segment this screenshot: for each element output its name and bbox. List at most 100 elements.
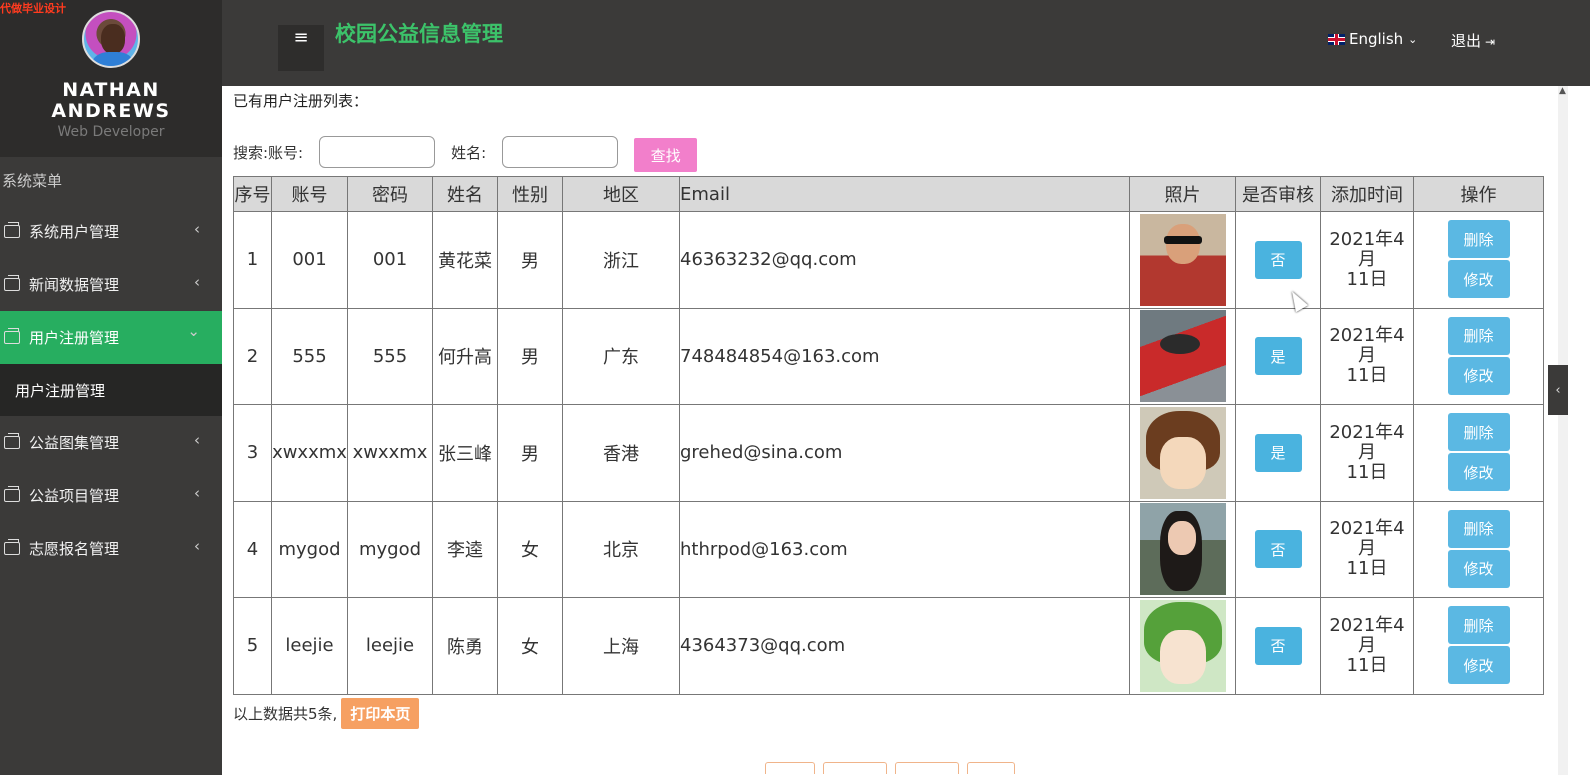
- audit-toggle-button[interactable]: 是: [1254, 433, 1302, 472]
- sidebar-item-charity-gallery[interactable]: 公益图集管理 ‹: [0, 416, 222, 469]
- cell-name: 何升高: [432, 307, 498, 405]
- user-photo: [1139, 213, 1226, 306]
- search-button[interactable]: 查找: [634, 138, 698, 172]
- cell-actions: 删除 修改: [1413, 404, 1544, 502]
- cell-name: 李逵: [432, 500, 498, 598]
- hamburger-menu-button[interactable]: ≡: [278, 25, 324, 71]
- search-bar: 搜索:账号: 姓名: 查找: [233, 132, 698, 172]
- cell-audit: 是: [1235, 307, 1321, 405]
- audit-toggle-button[interactable]: 否: [1254, 626, 1302, 665]
- scroll-up-arrow-icon[interactable]: ▲: [1559, 86, 1566, 96]
- delete-button[interactable]: 删除: [1447, 606, 1510, 645]
- edit-button[interactable]: 修改: [1447, 453, 1510, 492]
- chevron-left-icon: ‹: [194, 484, 200, 502]
- cell-account: 555: [271, 307, 348, 405]
- page-button[interactable]: [765, 762, 815, 774]
- print-page-button[interactable]: 打印本页: [341, 698, 420, 729]
- cell-photo: [1129, 211, 1236, 309]
- cell-account: xwxxmx: [271, 404, 348, 502]
- sidebar-subitem-user-registration[interactable]: 用户注册管理: [0, 364, 222, 416]
- chevron-left-icon: ‹: [194, 273, 200, 291]
- date-line: 2021年4月: [1329, 421, 1405, 463]
- cell-password: xwxxmx: [347, 404, 433, 502]
- cell-email: 46363232@qq.com: [679, 211, 1130, 309]
- col-header-region: 地区: [562, 176, 680, 212]
- copy-icon: [4, 433, 20, 449]
- sidebar-item-volunteer-signup[interactable]: 志愿报名管理 ‹: [0, 522, 222, 575]
- edit-button[interactable]: 修改: [1447, 646, 1510, 685]
- sidebar-item-system-users[interactable]: 系统用户管理 ‹: [0, 205, 222, 258]
- cell-password: 001: [347, 211, 433, 309]
- cell-region: 北京: [562, 500, 680, 598]
- cell-audit: 否: [1235, 500, 1321, 598]
- user-photo: [1139, 503, 1226, 596]
- sidebar-item-charity-projects[interactable]: 公益项目管理 ‹: [0, 469, 222, 522]
- cell-no: 2: [233, 307, 272, 405]
- delete-button[interactable]: 删除: [1447, 220, 1510, 259]
- cell-email: 4364373@qq.com: [679, 597, 1130, 695]
- table-header-row: 序号 账号 密码 姓名 性别 地区 Email 照片 是否审核 添加时间 操作: [233, 176, 1544, 212]
- cell-audit: 否: [1235, 211, 1321, 309]
- copy-icon: [4, 328, 20, 344]
- name-search-input[interactable]: [502, 136, 619, 168]
- delete-button[interactable]: 删除: [1447, 316, 1510, 355]
- sidebar-item-label: 公益图集管理: [29, 434, 120, 452]
- pagination: [765, 762, 1015, 774]
- col-header-actions: 操作: [1413, 176, 1544, 212]
- chevron-left-icon: ‹: [194, 431, 200, 449]
- cell-added-time: 2021年4月 11日: [1320, 404, 1414, 502]
- cell-gender: 男: [497, 404, 563, 502]
- edit-button[interactable]: 修改: [1447, 549, 1510, 588]
- app-title: 校园公益信息管理: [335, 22, 503, 46]
- delete-button[interactable]: 删除: [1447, 509, 1510, 548]
- cell-gender: 女: [497, 500, 563, 598]
- delete-button[interactable]: 删除: [1447, 413, 1510, 452]
- sidebar-item-label: 系统用户管理: [29, 223, 120, 241]
- date-line: 11日: [1346, 365, 1388, 387]
- cell-gender: 女: [497, 597, 563, 695]
- logout-link[interactable]: 退出 ⇥: [1451, 30, 1495, 51]
- audit-toggle-button[interactable]: 否: [1254, 240, 1302, 279]
- edit-button[interactable]: 修改: [1447, 260, 1510, 299]
- user-photo: [1139, 406, 1226, 499]
- scrollbar[interactable]: [1558, 86, 1568, 775]
- cell-photo: [1129, 307, 1236, 405]
- edit-button[interactable]: 修改: [1447, 356, 1510, 395]
- col-header-password: 密码: [347, 176, 433, 212]
- cell-actions: 删除 修改: [1413, 307, 1544, 405]
- date-line: 11日: [1346, 558, 1388, 580]
- cell-photo: [1129, 404, 1236, 502]
- col-header-account: 账号: [271, 176, 348, 212]
- date-line: 2021年4月: [1329, 518, 1405, 560]
- top-header: ≡ 校园公益信息管理 English ⌄ 退出 ⇥: [222, 0, 1590, 86]
- sidebar-item-label: 志愿报名管理: [29, 540, 120, 558]
- cell-password: leejie: [347, 597, 433, 695]
- audit-toggle-button[interactable]: 否: [1254, 530, 1302, 569]
- avatar[interactable]: [82, 10, 140, 68]
- page-button[interactable]: [823, 762, 887, 774]
- sidebar-item-user-registration[interactable]: 用户注册管理 ⌄: [0, 311, 222, 364]
- language-selector[interactable]: English ⌄: [1328, 30, 1417, 48]
- right-gutter: [1568, 86, 1590, 775]
- audit-toggle-button[interactable]: 是: [1254, 337, 1302, 376]
- col-header-added-time: 添加时间: [1320, 176, 1414, 212]
- cell-account: leejie: [271, 597, 348, 695]
- col-header-no: 序号: [233, 176, 272, 212]
- page-button[interactable]: [895, 762, 959, 774]
- copy-icon: [4, 486, 20, 502]
- cell-added-time: 2021年4月 11日: [1320, 500, 1414, 598]
- account-search-input[interactable]: [319, 136, 436, 168]
- table-row: 1 001 001 黄花菜 男 浙江 46363232@qq.com 否 202…: [233, 211, 1544, 309]
- chevron-left-icon: ‹: [194, 220, 200, 238]
- cell-region: 广东: [562, 307, 680, 405]
- chevron-down-icon: ⌄: [187, 322, 200, 340]
- side-panel-toggle-button[interactable]: ‹: [1548, 365, 1568, 415]
- page-button[interactable]: [967, 762, 1015, 774]
- sidebar-item-news-data[interactable]: 新闻数据管理 ‹: [0, 258, 222, 311]
- cell-region: 香港: [562, 404, 680, 502]
- cell-gender: 男: [497, 211, 563, 309]
- user-photo: [1139, 599, 1226, 692]
- date-line: 11日: [1346, 654, 1388, 676]
- col-header-name: 姓名: [432, 176, 498, 212]
- logout-label: 退出: [1451, 32, 1482, 50]
